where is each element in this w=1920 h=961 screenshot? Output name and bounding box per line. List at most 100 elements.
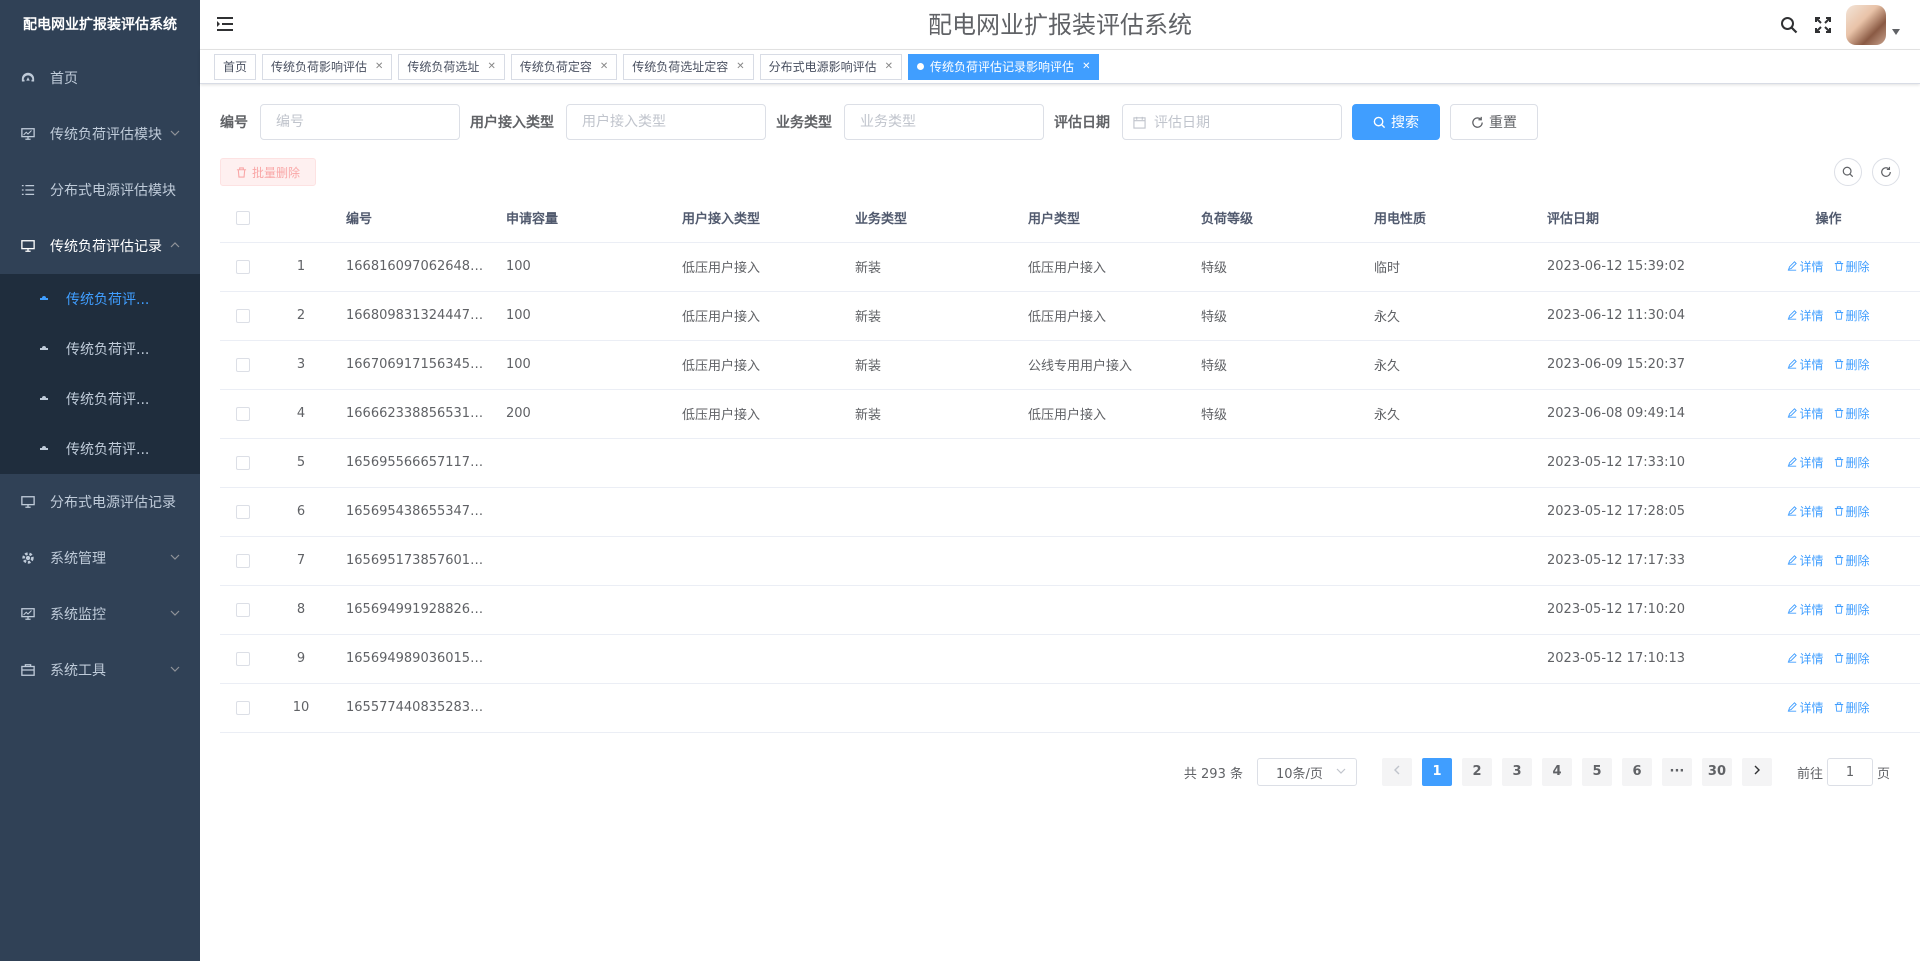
delete-link[interactable]: 删除 (1834, 503, 1870, 520)
search-button[interactable]: 搜索 (1352, 104, 1440, 140)
sidebar-logo-title[interactable]: 配电网业扩报装评估系统 (0, 0, 200, 50)
page-number[interactable]: 5 (1581, 758, 1612, 786)
calendar-icon (1133, 116, 1146, 129)
tag-distributed-impact[interactable]: 分布式电源影响评估 ✕ (759, 53, 903, 80)
page-number[interactable]: 3 (1501, 758, 1532, 786)
delete-link[interactable]: 删除 (1834, 258, 1870, 275)
row-checkbox[interactable] (236, 455, 250, 470)
hamburger-icon[interactable] (216, 15, 234, 33)
detail-link[interactable]: 详情 (1787, 405, 1824, 422)
search-icon (1842, 166, 1854, 178)
chevron-down-icon (170, 552, 180, 565)
monitor-icon (20, 238, 36, 254)
delete-link[interactable]: 删除 (1834, 454, 1870, 471)
sidebar-item-system-management[interactable]: 系统管理 (0, 530, 200, 586)
sidebar-item-system-tools[interactable]: 系统工具 (0, 642, 200, 698)
edit-icon (1788, 359, 1798, 369)
page-number[interactable]: 1 (1421, 758, 1452, 786)
cell-level (1191, 683, 1364, 733)
tag-traditional-siting-sizing[interactable]: 传统负荷选址定容 ✕ (623, 53, 754, 80)
submenu-item-2[interactable]: 传统负荷评... (0, 324, 200, 374)
fullscreen-icon[interactable] (1812, 14, 1834, 36)
close-icon[interactable]: ✕ (885, 55, 893, 79)
delete-link[interactable]: 删除 (1834, 601, 1870, 618)
batch-delete-label: 批量删除 (252, 165, 301, 180)
delete-link[interactable]: 删除 (1834, 307, 1870, 324)
row-checkbox[interactable] (236, 504, 250, 519)
toggle-search-button[interactable] (1834, 158, 1862, 186)
tag-traditional-sizing[interactable]: 传统负荷定容 ✕ (510, 53, 618, 80)
page-size-select[interactable]: 10条/页 (1256, 758, 1357, 786)
row-checkbox[interactable] (236, 308, 250, 323)
row-checkbox[interactable] (236, 700, 250, 715)
detail-link[interactable]: 详情 (1787, 650, 1824, 667)
batch-delete-button[interactable]: 批量删除 (220, 158, 317, 186)
row-checkbox[interactable] (236, 259, 250, 274)
avatar[interactable] (1846, 5, 1886, 45)
sidebar-item-system-monitor[interactable]: 系统监控 (0, 586, 200, 642)
page-number[interactable]: 6 (1621, 758, 1652, 786)
column-header: 评估日期 (1537, 194, 1737, 243)
close-icon[interactable]: ✕ (375, 55, 383, 79)
close-icon[interactable]: ✕ (736, 55, 744, 79)
row-checkbox[interactable] (236, 553, 250, 568)
delete-link[interactable]: 删除 (1834, 405, 1870, 422)
row-actions: 详情 删除 (1737, 340, 1920, 390)
row-checkbox[interactable] (236, 357, 250, 372)
close-icon[interactable]: ✕ (600, 55, 608, 79)
detail-link[interactable]: 详情 (1787, 699, 1824, 716)
goto-page-input[interactable] (1826, 758, 1873, 786)
sidebar-item-distributed-records[interactable]: 分布式电源评估记录 (0, 474, 200, 530)
tag-traditional-impact[interactable]: 传统负荷影响评估 ✕ (262, 53, 393, 80)
row-checkbox[interactable] (236, 602, 250, 617)
page-number[interactable]: 30 (1701, 758, 1732, 786)
code-input[interactable] (260, 104, 460, 140)
delete-link[interactable]: 删除 (1834, 356, 1870, 373)
access-type-input[interactable] (566, 104, 766, 140)
delete-link[interactable]: 删除 (1834, 650, 1870, 667)
refresh-table-button[interactable] (1872, 158, 1900, 186)
tag-traditional-siting[interactable]: 传统负荷选址 ✕ (398, 53, 505, 80)
detail-link[interactable]: 详情 (1787, 258, 1824, 275)
delete-link[interactable]: 删除 (1834, 552, 1870, 569)
close-icon[interactable]: ✕ (1082, 55, 1090, 79)
sidebar-item-traditional-load-module[interactable]: 传统负荷评估模块 (0, 106, 200, 162)
detail-link[interactable]: 详情 (1787, 356, 1824, 373)
next-page-button[interactable] (1741, 758, 1772, 786)
row-checkbox[interactable] (236, 406, 250, 421)
submenu-item-4[interactable]: 传统负荷评... (0, 424, 200, 474)
sidebar-item-home[interactable]: 首页 (0, 50, 200, 106)
cell-nature (1364, 487, 1537, 537)
delete-label: 删除 (1845, 700, 1870, 715)
eval-date-picker[interactable]: 评估日期 (1122, 104, 1342, 140)
caret-down-icon[interactable] (1892, 27, 1900, 38)
prev-page-button[interactable] (1381, 758, 1412, 786)
detail-link[interactable]: 详情 (1787, 503, 1824, 520)
reset-button[interactable]: 重置 (1450, 104, 1538, 140)
submenu-item-1[interactable]: 传统负荷评... (0, 274, 200, 324)
detail-link[interactable]: 详情 (1787, 307, 1824, 324)
more-pages[interactable]: ··· (1661, 758, 1692, 786)
search-icon[interactable] (1778, 14, 1800, 36)
page-number[interactable]: 4 (1541, 758, 1572, 786)
detail-link[interactable]: 详情 (1787, 552, 1824, 569)
submenu-item-3[interactable]: 传统负荷评... (0, 374, 200, 424)
delete-link[interactable]: 删除 (1834, 699, 1870, 716)
sidebar-item-traditional-load-records[interactable]: 传统负荷评估记录 (0, 218, 200, 274)
detail-link[interactable]: 详情 (1787, 454, 1824, 471)
submenu-item-label: 传统负荷评... (66, 342, 150, 358)
select-all-checkbox[interactable] (236, 210, 250, 225)
sidebar-item-distributed-module[interactable]: 分布式电源评估模块 (0, 162, 200, 218)
page-number[interactable]: 2 (1461, 758, 1492, 786)
tag-traditional-records-impact[interactable]: 传统负荷评估记录影响评估 ✕ (908, 53, 1100, 80)
detail-link[interactable]: 详情 (1787, 601, 1824, 618)
tag-label: 传统负荷定容 (519, 59, 592, 74)
cell-cap: 100 (496, 340, 672, 390)
tag-home[interactable]: 首页 (214, 53, 257, 80)
cell-level: 特级 (1191, 291, 1364, 341)
row-checkbox[interactable] (236, 651, 250, 666)
close-icon[interactable]: ✕ (487, 55, 495, 79)
cell-biz (845, 536, 1018, 586)
business-type-input[interactable] (844, 104, 1044, 140)
cell-cap (496, 634, 672, 684)
